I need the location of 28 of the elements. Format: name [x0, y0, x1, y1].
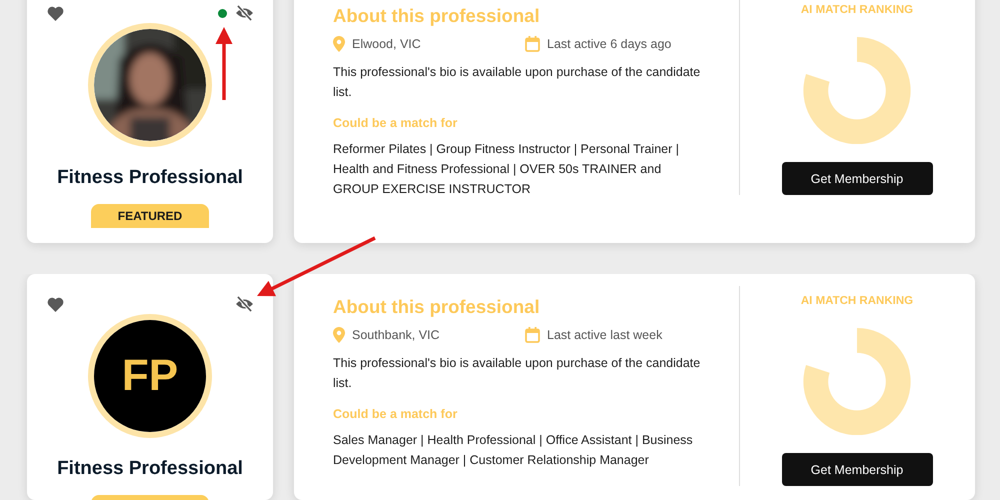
heart-icon[interactable]: [47, 296, 64, 312]
heart-icon[interactable]: [47, 6, 64, 20]
calendar-icon: [525, 327, 540, 343]
profile-name: Fitness Professional: [57, 459, 243, 479]
membership-button[interactable]: Get Membership: [782, 162, 932, 195]
eye-off-icon[interactable]: [235, 5, 254, 21]
section-title: About this professional: [333, 296, 541, 318]
match-heading: Could be a match for: [333, 407, 458, 421]
calendar-icon: [525, 36, 540, 52]
featured-badge: FEATURED: [91, 204, 209, 228]
match-list: Reformer Pilates | Group Fitness Instructor | Personal Trainer | Health and Fitness Professional | OVER 50s TRAINER and GROUP EXERCISE INSTRUCTOR: [333, 139, 708, 199]
bio-text: This professional's bio is available upon purchase of the candidate list.: [333, 64, 702, 101]
eye-off-icon[interactable]: [235, 296, 254, 312]
membership-button[interactable]: Get Membership: [782, 453, 932, 486]
ranking-title: AI MATCH RANKING: [800, 295, 914, 307]
last-active-text: Last active 6 days ago: [547, 37, 672, 51]
profile-name: Fitness Professional: [57, 168, 243, 188]
location-pin-icon: [333, 327, 345, 343]
match-list: Sales Manager | Health Professional | Office Assistant | Business Development Manager | Customer Relationship Manager: [333, 430, 708, 470]
location-pin-icon: [333, 36, 345, 52]
location-text: Elwood, VIC: [352, 37, 421, 51]
last-active-text: Last active last week: [547, 328, 662, 342]
bio-text: This professional's bio is available upon purchase of the candidate list.: [333, 355, 702, 392]
ranking-title: AI MATCH RANKING: [800, 4, 914, 16]
section-title: About this professional: [333, 5, 541, 27]
location-text: Southbank, VIC: [352, 328, 440, 342]
avatar-initials: FP: [122, 351, 178, 401]
match-heading: Could be a match for: [333, 116, 458, 130]
